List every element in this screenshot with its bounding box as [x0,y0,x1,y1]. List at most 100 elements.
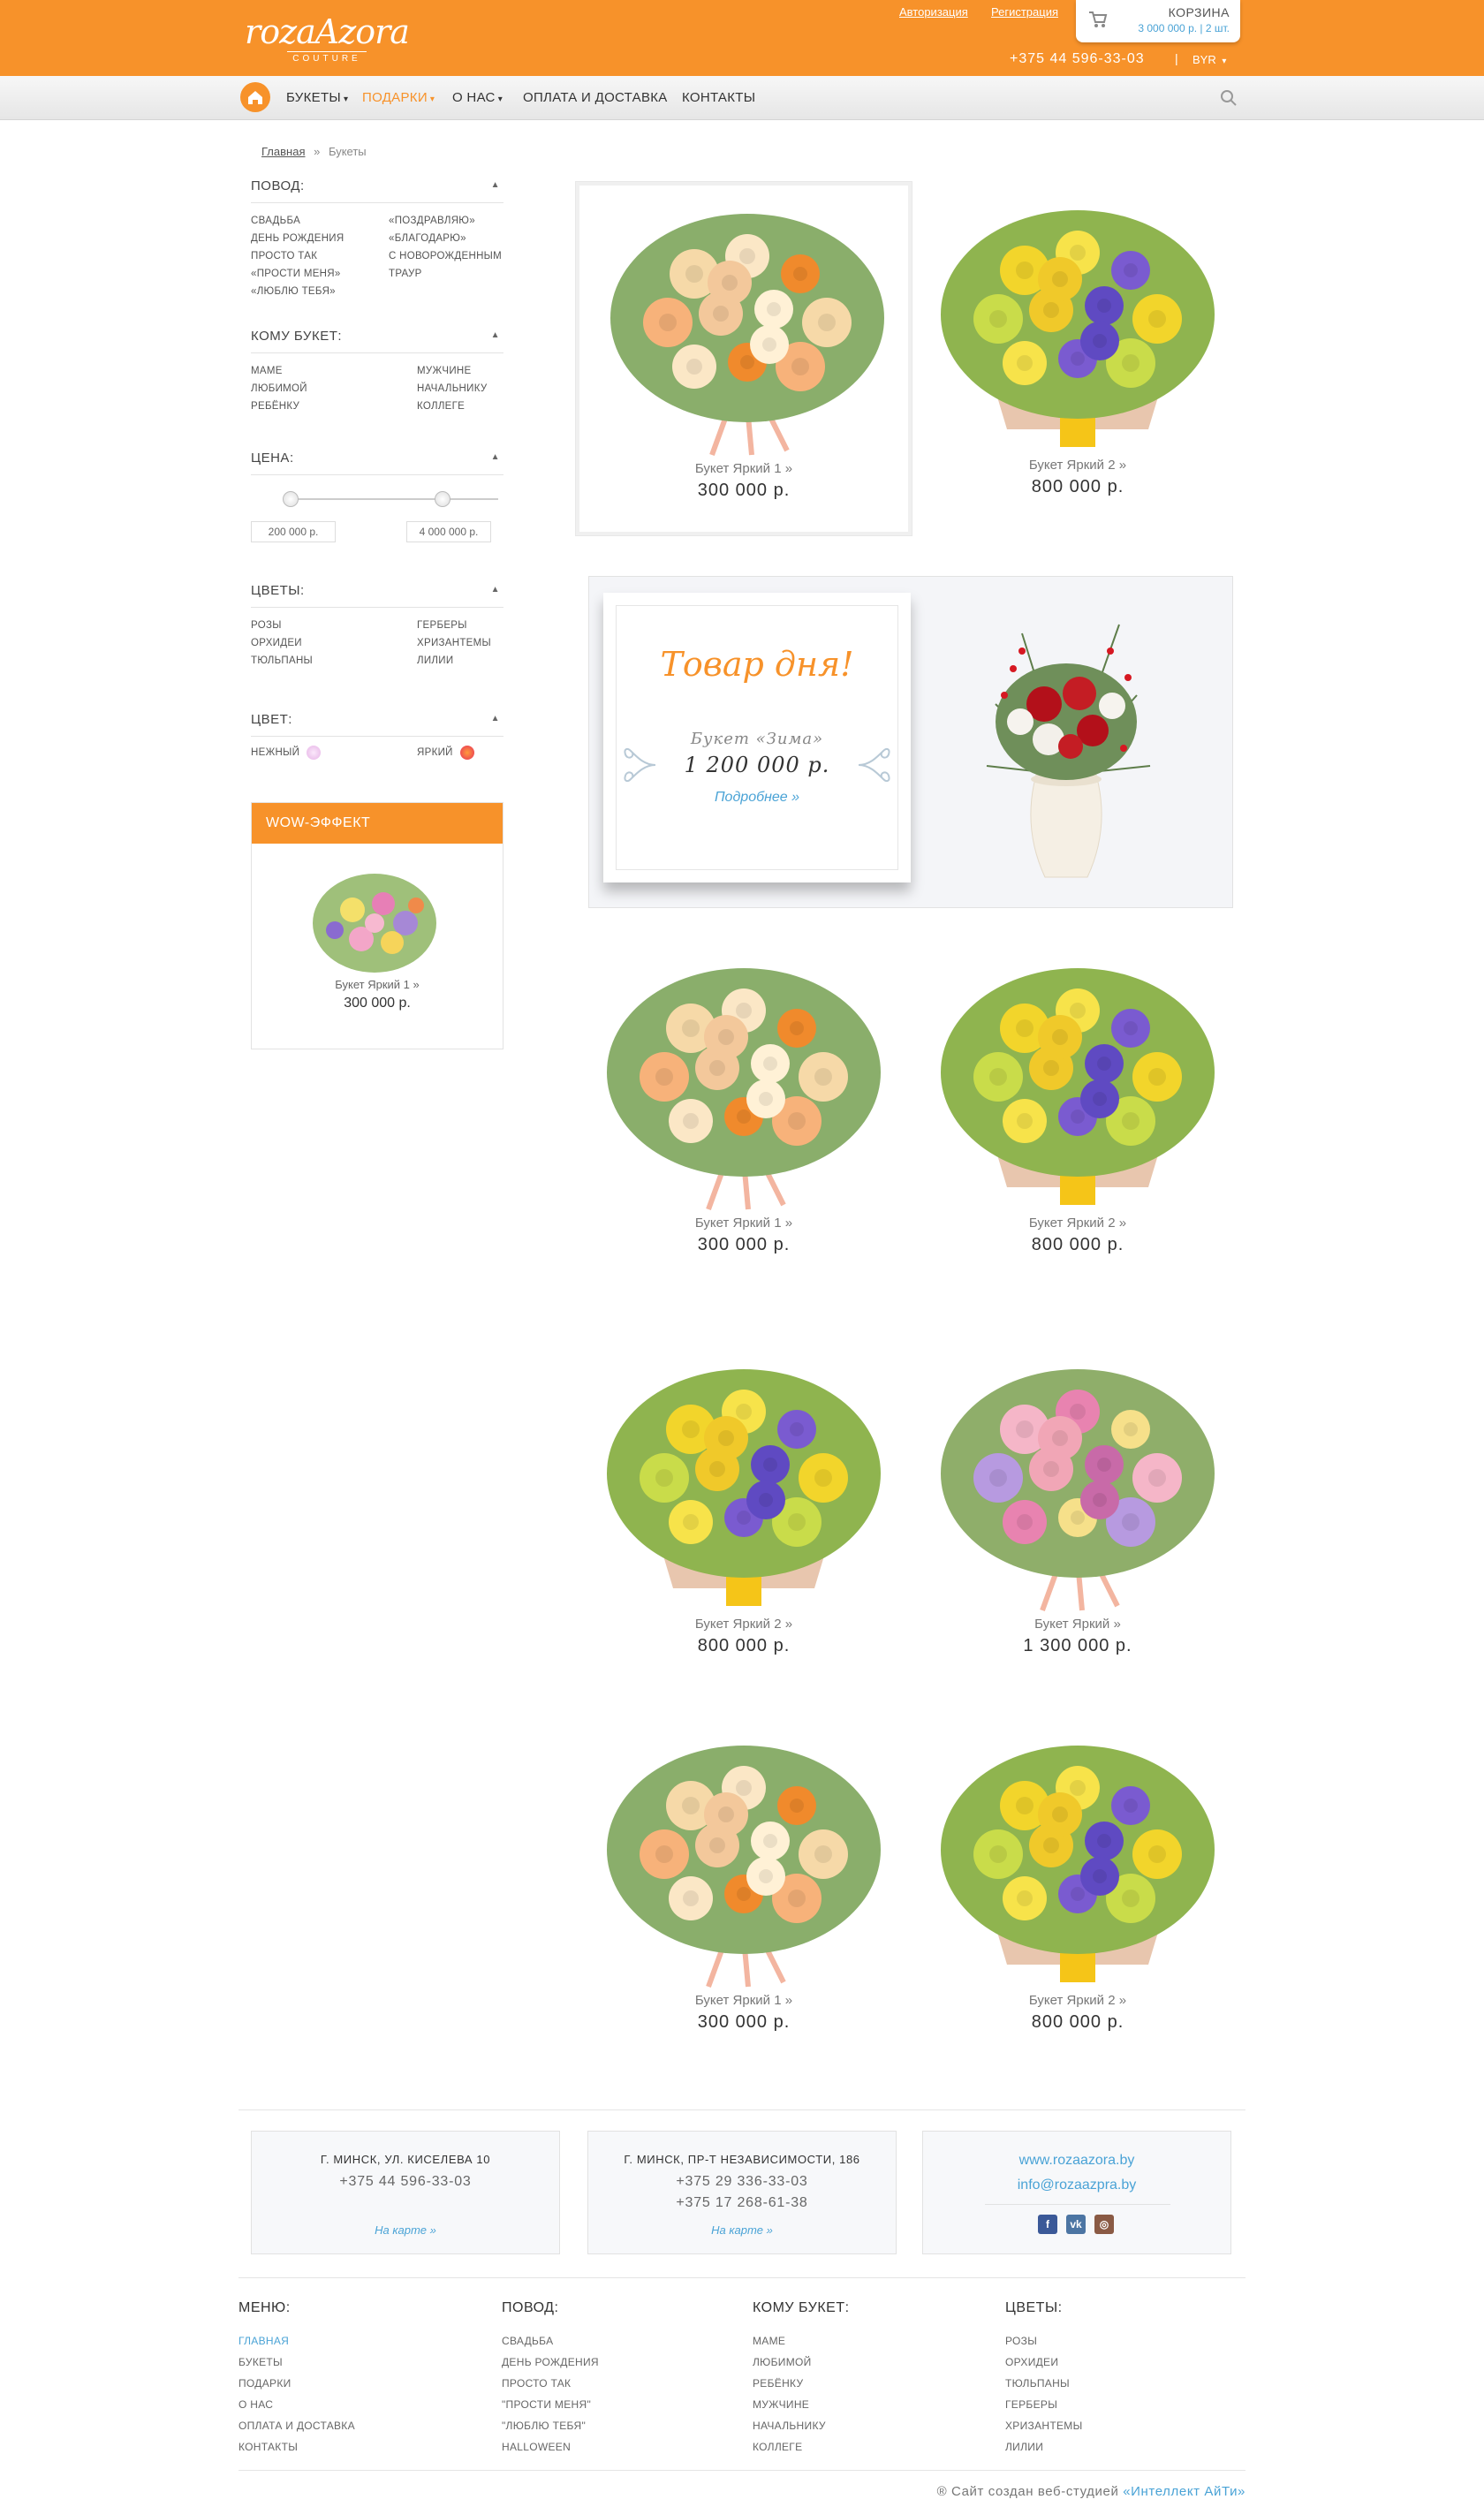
filter-option[interactable]: «ПОЗДРАВЛЯЮ» [389,212,502,230]
facebook-icon[interactable]: f [1038,2215,1057,2234]
bouquet-image[interactable] [928,1350,1228,1615]
filter-option[interactable]: «БЛАГОДАРЮ» [389,230,502,247]
filter-recipient-header[interactable]: КОМУ БУКЕТ: ▲ [251,329,504,353]
footer-link[interactable]: ГЕРБЕРЫ [1005,2394,1083,2415]
filter-option[interactable]: «ЛЮБЛЮ ТЕБЯ» [251,283,344,300]
nav-about[interactable]: О НАС ▾ [452,90,503,105]
product-card[interactable]: Букет Яркий 2 » 800 000 р. [576,1341,912,1694]
filter-option[interactable]: ОРХИДЕИ [251,634,313,652]
chevron-up-icon[interactable]: ▲ [491,180,500,190]
footer-link[interactable]: ТЮЛЬПАНЫ [1005,2373,1083,2394]
vk-icon[interactable]: vk [1066,2215,1086,2234]
footer-link[interactable]: МАМЕ [753,2330,850,2352]
footer-link[interactable]: ПОДАРКИ [238,2373,355,2394]
filter-option[interactable]: ПРОСТО ТАК [251,247,344,265]
color-option-soft[interactable]: НЕЖНЫЙ [251,744,322,761]
chevron-up-icon[interactable]: ▲ [491,452,500,462]
filter-option[interactable]: С НОВОРОЖДЕННЫМ [389,247,502,265]
product-name[interactable]: Букет Яркий 1 » [579,461,908,476]
website-link[interactable]: www.rozaazora.by [923,2153,1230,2169]
filter-option[interactable]: МАМЕ [251,362,307,380]
product-card[interactable]: Букет Яркий » 1 300 000 р. [910,1341,1246,1694]
product-name[interactable]: Букет Яркий » [910,1617,1246,1632]
color-swatch-soft[interactable] [307,745,322,760]
site-logo[interactable]: rozaAzora COUTURE [238,12,415,64]
login-link[interactable]: Авторизация [899,5,968,19]
footer-link[interactable]: ДЕНЬ РОЖДЕНИЯ [502,2352,599,2373]
bouquet-image[interactable] [594,949,894,1214]
footer-link[interactable]: "ПРОСТИ МЕНЯ" [502,2394,599,2415]
footer-link[interactable]: РЕБЁНКУ [753,2373,850,2394]
bouquet-image[interactable] [928,1726,1228,1991]
price-slider-track[interactable] [292,498,498,500]
filter-option[interactable]: ТЮЛЬПАНЫ [251,652,313,670]
footer-link[interactable]: ЛЮБИМОЙ [753,2352,850,2373]
filter-option[interactable]: ЛЮБИМОЙ [251,380,307,398]
footer-link[interactable]: ГЛАВНАЯ [238,2330,355,2352]
deal-of-day-banner[interactable]: Товар дня! Букет «Зима» 1 200 000 р. Под… [588,576,1233,908]
product-card[interactable]: Букет Яркий 2 » 800 000 р. [910,1717,1246,2071]
price-max-input[interactable]: 4 000 000 р. [406,521,491,542]
bouquet-image[interactable] [928,191,1228,456]
nav-bouquets[interactable]: БУКЕТЫ ▾ [286,90,348,105]
chevron-up-icon[interactable]: ▲ [491,714,500,723]
filter-option[interactable]: ЛИЛИИ [417,652,491,670]
footer-link[interactable]: ОПЛАТА И ДОСТАВКА [238,2415,355,2436]
filter-option[interactable]: ДЕНЬ РОЖДЕНИЯ [251,230,344,247]
filter-option[interactable]: ХРИЗАНТЕМЫ [417,634,491,652]
filter-option[interactable]: НАЧАЛЬНИКУ [417,380,487,398]
filter-option[interactable]: КОЛЛЕГЕ [417,398,487,415]
footer-link[interactable]: БУКЕТЫ [238,2352,355,2373]
nav-contacts[interactable]: КОНТАКТЫ [682,90,755,105]
footer-link[interactable]: РОЗЫ [1005,2330,1083,2352]
product-card[interactable]: Букет Яркий 2 » 800 000 р. [910,940,1246,1293]
price-min-input[interactable]: 200 000 р. [251,521,336,542]
cart-widget[interactable]: КОРЗИНА 3 000 000 р. | 2 шт. [1076,0,1240,42]
register-link[interactable]: Регистрация [991,5,1058,19]
footer-link[interactable]: КОЛЛЕГЕ [753,2436,850,2458]
product-name[interactable]: Букет Яркий 2 » [910,1993,1246,2008]
contact-phone[interactable]: +375 44 596-33-03 [252,2174,559,2190]
footer-link[interactable]: "ЛЮБЛЮ ТЕБЯ" [502,2415,599,2436]
bouquet-image[interactable] [928,949,1228,1214]
footer-link[interactable]: КОНТАКТЫ [238,2436,355,2458]
filter-option[interactable]: ГЕРБЕРЫ [417,617,491,634]
footer-link[interactable]: ОРХИДЕИ [1005,2352,1083,2373]
price-slider-min-handle[interactable] [283,491,299,507]
filter-flowers-header[interactable]: ЦВЕТЫ: ▲ [251,583,504,608]
chevron-up-icon[interactable]: ▲ [491,585,500,595]
home-button[interactable] [240,82,270,112]
currency-select[interactable]: BYR ▾ [1192,53,1226,66]
footer-link[interactable]: HALLOWEEN [502,2436,599,2458]
filter-color-header[interactable]: ЦВЕТ: ▲ [251,712,504,737]
nav-gifts[interactable]: ПОДАРКИ ▾ [362,90,435,105]
filter-option[interactable]: РОЗЫ [251,617,313,634]
bouquet-image[interactable] [597,194,897,459]
contact-phone[interactable]: +375 29 336-33-03 [588,2174,896,2190]
color-swatch-bright[interactable] [459,745,474,760]
footer-link[interactable]: ЛИЛИИ [1005,2436,1083,2458]
product-name[interactable]: Букет Яркий 1 » [576,1216,912,1231]
filter-option[interactable]: ТРАУР [389,265,502,283]
breadcrumb-home[interactable]: Главная [261,145,305,158]
deal-more-link[interactable]: Подробнее » [617,790,897,806]
product-card[interactable]: Букет Яркий 1 » 300 000 р. [576,182,912,535]
product-card[interactable]: Букет Яркий 2 » 800 000 р. [910,182,1246,535]
studio-link[interactable]: «Интеллект АйТи» [1123,2484,1246,2499]
filter-price-header[interactable]: ЦЕНА: ▲ [251,451,504,475]
product-card[interactable]: Букет Яркий 1 » 300 000 р. [576,1717,912,2071]
wow-bouquet-image[interactable] [308,870,441,976]
footer-link[interactable]: ХРИЗАНТЕМЫ [1005,2415,1083,2436]
product-name[interactable]: Букет Яркий 2 » [910,1216,1246,1231]
product-name[interactable]: Букет Яркий 2 » [910,458,1246,473]
footer-link[interactable]: СВАДЬБА [502,2330,599,2352]
map-link[interactable]: На карте » [588,2223,896,2237]
bouquet-image[interactable] [594,1726,894,1991]
product-card[interactable]: Букет Яркий 1 » 300 000 р. [576,940,912,1293]
product-name[interactable]: Букет Яркий 1 » [576,1993,912,2008]
price-slider-max-handle[interactable] [435,491,450,507]
winter-bouquet-image[interactable] [960,598,1172,890]
header-phone[interactable]: +375 44 596-33-03 [1010,51,1145,67]
nav-payment-delivery[interactable]: ОПЛАТА И ДОСТАВКА [523,90,668,105]
email-link[interactable]: info@rozaazpra.by [923,2178,1230,2193]
